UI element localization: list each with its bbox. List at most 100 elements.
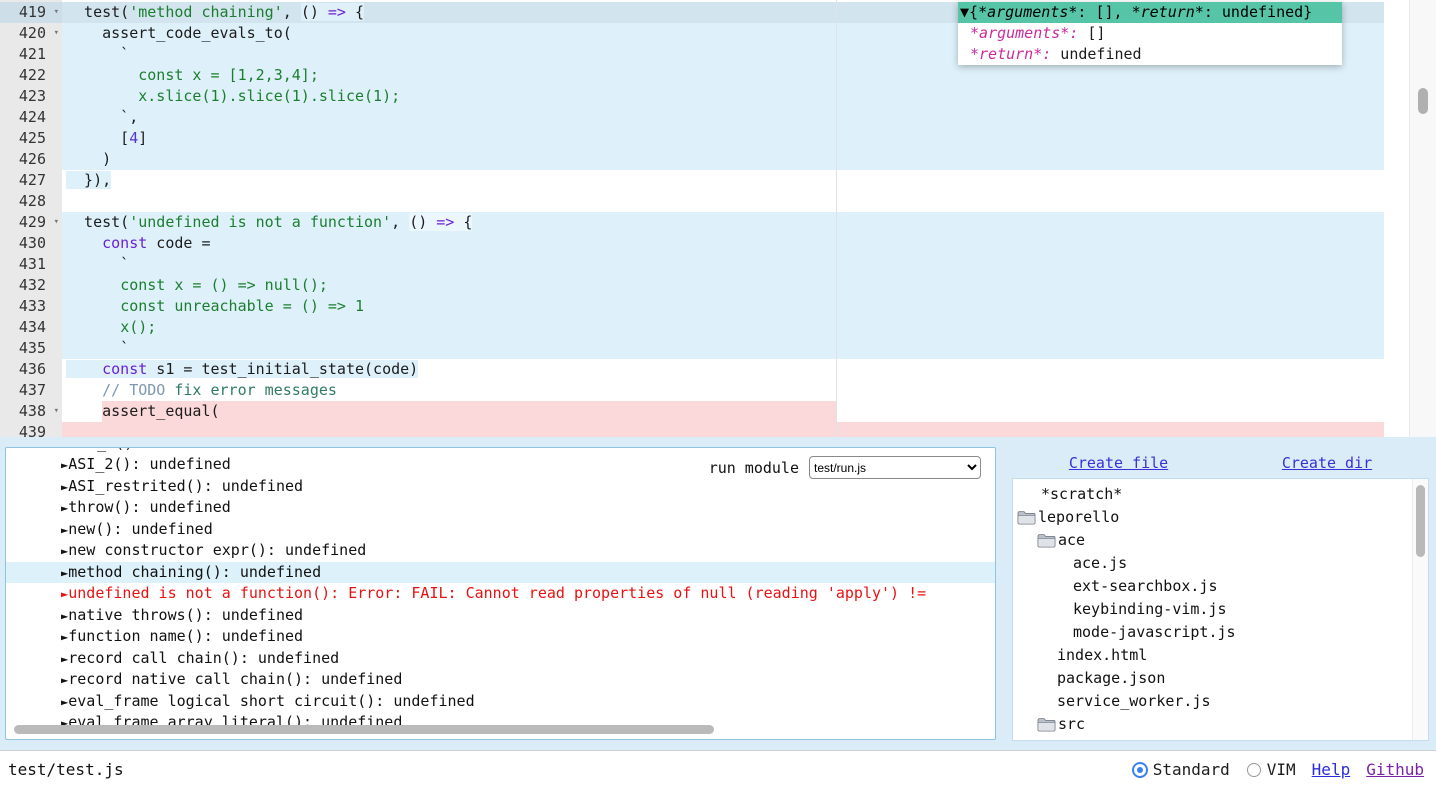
code-line[interactable]: ` <box>62 254 1384 275</box>
gutter-line-number[interactable]: 437 <box>0 380 62 401</box>
gutter-line-number[interactable]: 431 <box>0 254 62 275</box>
test-result-item[interactable]: ►record call chain(): undefined <box>6 648 995 670</box>
code-line[interactable]: assert_equal( <box>62 401 1384 422</box>
fold-arrow-icon[interactable]: ▾ <box>54 2 59 23</box>
keybinding-option-vim[interactable]: VIM <box>1246 760 1296 779</box>
file-tree-item[interactable]: service_worker.js <box>1013 690 1428 713</box>
code-line[interactable] <box>62 191 1384 212</box>
partial-text: ►ASI_1(): undefined <box>61 448 995 454</box>
gutter-line-number[interactable]: 436 <box>0 359 62 380</box>
code-line[interactable]: x.slice(1).slice(1).slice(1); <box>62 86 1384 107</box>
test-result-item-partial[interactable]: ►ASI_1(): undefined <box>6 448 995 454</box>
help-link[interactable]: Help <box>1312 760 1351 779</box>
code-line[interactable]: }), <box>62 170 1384 191</box>
gutter-line-number[interactable]: 429▾ <box>0 212 62 233</box>
code-line[interactable]: // TODO fix error messages <box>62 380 1384 401</box>
code-line[interactable] <box>62 422 1384 437</box>
gutter-line-number[interactable]: 428 <box>0 191 62 212</box>
inspector-key: *arguments*: <box>970 24 1078 42</box>
test-result-item[interactable]: ►record native call chain(): undefined <box>6 669 995 691</box>
code-token <box>66 402 102 420</box>
editor-gutter[interactable]: 419▾420▾421422423424425426427428429▾4304… <box>0 0 62 437</box>
code-line[interactable]: const unreachable = () => 1 <box>62 296 1384 317</box>
code-token: }), <box>66 171 111 189</box>
editor-vertical-scrollbar[interactable] <box>1409 0 1436 437</box>
test-result-item[interactable]: ►new(): undefined <box>6 519 995 541</box>
output-horizontal-scrollbar-thumb[interactable] <box>14 725 714 734</box>
file-tree-item[interactable]: ast_utils.js <box>1013 736 1428 741</box>
gutter-line-number[interactable]: 425 <box>0 128 62 149</box>
gutter-line-number[interactable]: 421 <box>0 44 62 65</box>
fold-arrow-icon[interactable]: ▾ <box>54 401 59 422</box>
code-line[interactable]: ` <box>62 338 1384 359</box>
code-area[interactable]: test('method chaining', () => { assert_c… <box>62 0 1410 437</box>
run-module-select[interactable]: test/run.js <box>809 456 981 479</box>
radio-button-icon[interactable] <box>1247 763 1261 777</box>
code-line[interactable]: const x = () => null(); <box>62 275 1384 296</box>
gutter-line-number[interactable]: 434 <box>0 317 62 338</box>
file-tree-scrollbar-thumb[interactable] <box>1416 485 1425 557</box>
file-tree-item[interactable]: *scratch* <box>1013 483 1428 506</box>
gutter-line-number[interactable]: 423 <box>0 86 62 107</box>
radio-label: VIM <box>1267 760 1296 779</box>
code-editor[interactable]: 419▾420▾421422423424425426427428429▾4304… <box>0 0 1436 437</box>
code-line-text: ) <box>62 149 1384 170</box>
gutter-line-number[interactable]: 424 <box>0 107 62 128</box>
test-result-item[interactable]: ►undefined is not a function(): Error: F… <box>6 583 995 605</box>
file-tree-item[interactable]: keybinding-vim.js <box>1013 598 1428 621</box>
inspector-row[interactable]: *arguments*: [] <box>958 23 1342 44</box>
file-tree-item[interactable]: ace.js <box>1013 552 1428 575</box>
gutter-line-number[interactable]: 422 <box>0 65 62 86</box>
fold-arrow-icon[interactable]: ▾ <box>54 23 59 44</box>
code-token: test( <box>66 3 129 21</box>
code-line-text: assert_equal( <box>62 401 1384 422</box>
inspector-header[interactable]: ▼{*arguments*: [], *return*: undefined} <box>958 2 1342 23</box>
test-result-item[interactable]: ►function name(): undefined <box>6 626 995 648</box>
gutter-line-number[interactable]: 438▾ <box>0 401 62 422</box>
code-line[interactable]: const x = [1,2,3,4]; <box>62 65 1384 86</box>
test-result-item[interactable]: ►throw(): undefined <box>6 497 995 519</box>
inspector-value: [] <box>1078 24 1105 42</box>
test-result-item[interactable]: ►native throws(): undefined <box>6 605 995 627</box>
radio-button-icon[interactable] <box>1132 762 1148 778</box>
code-line[interactable]: const code = <box>62 233 1384 254</box>
code-token: () <box>409 213 436 231</box>
gutter-line-number[interactable]: 419▾ <box>0 2 62 23</box>
test-result-item[interactable]: ►method chaining(): undefined <box>6 562 995 584</box>
gutter-line-number[interactable]: 435 <box>0 338 62 359</box>
fold-arrow-icon[interactable]: ▾ <box>54 212 59 233</box>
code-line[interactable]: `, <box>62 107 1384 128</box>
create-dir-link[interactable]: Create dir <box>1282 454 1372 472</box>
code-line[interactable]: [4] <box>62 128 1384 149</box>
gutter-line-number[interactable]: 426 <box>0 149 62 170</box>
file-tree-item-dir[interactable]: leporello <box>1013 506 1428 529</box>
file-tree-item[interactable]: mode-javascript.js <box>1013 621 1428 644</box>
gutter-line-number[interactable]: 439 <box>0 422 62 437</box>
file-tree-item-dir[interactable]: src <box>1013 713 1428 736</box>
create-file-link[interactable]: Create file <box>1069 454 1168 472</box>
gutter-line-number[interactable]: 433 <box>0 296 62 317</box>
code-line[interactable]: const s1 = test_initial_state(code) <box>62 359 1384 380</box>
test-result-item[interactable]: ►new constructor expr(): undefined <box>6 540 995 562</box>
file-tree-scrollbar[interactable] <box>1412 479 1428 740</box>
file-tree-item[interactable]: ext-searchbox.js <box>1013 575 1428 598</box>
test-result-text: record call chain(): undefined <box>68 649 339 667</box>
editor-scrollbar-thumb[interactable] <box>1418 88 1428 114</box>
code-token: const x = [1,2,3,4]; <box>138 66 319 84</box>
gutter-line-number[interactable]: 430 <box>0 233 62 254</box>
test-result-item[interactable]: ►eval_frame logical short circuit(): und… <box>6 691 995 713</box>
code-token: , <box>283 3 301 21</box>
code-line[interactable]: test('undefined is not a function', () =… <box>62 212 1384 233</box>
gutter-line-number[interactable]: 420▾ <box>0 23 62 44</box>
file-tree-item[interactable]: index.html <box>1013 644 1428 667</box>
github-link[interactable]: Github <box>1366 760 1424 779</box>
inspector-row[interactable]: *return*: undefined <box>958 44 1342 65</box>
file-tree-item-dir[interactable]: ace <box>1013 529 1428 552</box>
file-tree-item[interactable]: package.json <box>1013 667 1428 690</box>
gutter-line-number[interactable]: 427 <box>0 170 62 191</box>
gutter-line-number[interactable]: 432 <box>0 275 62 296</box>
code-token <box>66 360 102 378</box>
keybinding-option-standard[interactable]: Standard <box>1132 760 1230 779</box>
code-line[interactable]: x(); <box>62 317 1384 338</box>
code-line[interactable]: ) <box>62 149 1384 170</box>
